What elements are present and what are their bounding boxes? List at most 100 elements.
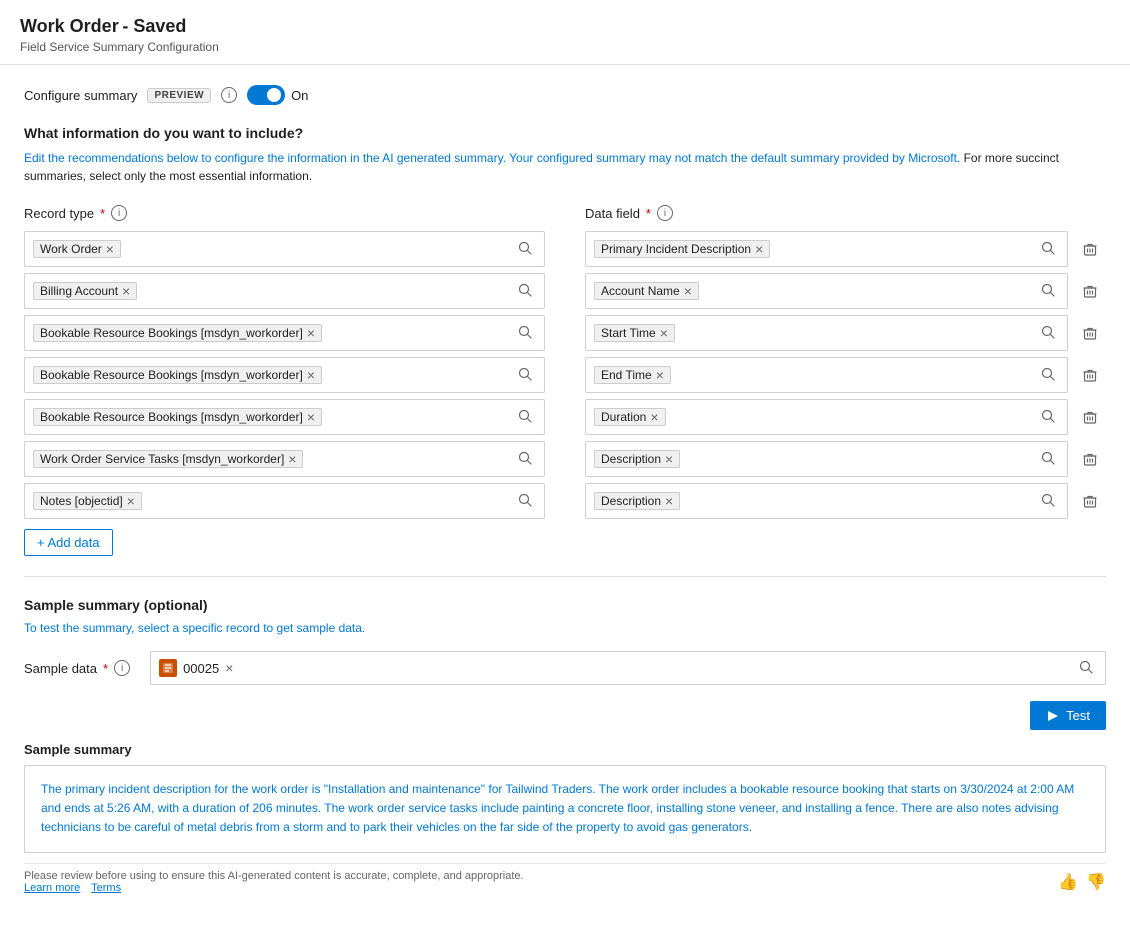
sample-data-value: 00025 — [183, 661, 219, 676]
info-icon-configure[interactable]: i — [221, 87, 237, 103]
delete-data-field-4[interactable] — [1074, 399, 1106, 435]
search-icon-5[interactable] — [514, 449, 536, 470]
record-type-row-1: Billing Account × — [24, 273, 545, 309]
data-search-icon-1[interactable] — [1037, 281, 1059, 302]
data-field-row-2: Start Time × — [585, 315, 1106, 351]
delete-data-field-2[interactable] — [1074, 315, 1106, 351]
data-field-inner-0: Primary Incident Description × — [585, 231, 1068, 267]
data-field-header: Data field * i — [585, 205, 1106, 221]
data-search-icon-0[interactable] — [1037, 239, 1059, 260]
terms-link[interactable]: Terms — [91, 882, 121, 894]
record-type-tag-1: Billing Account × — [33, 282, 137, 300]
summary-result-label: Sample summary — [24, 742, 1106, 757]
page-subtitle: Field Service Summary Configuration — [20, 40, 1110, 54]
remove-work-order-service[interactable]: × — [288, 452, 296, 466]
data-field-tag-4: Duration × — [594, 408, 666, 426]
data-search-icon-5[interactable] — [1037, 449, 1059, 470]
data-field-inner-5: Description × — [585, 441, 1068, 477]
learn-more-link[interactable]: Learn more — [24, 882, 80, 894]
delete-data-field-0[interactable] — [1074, 231, 1106, 267]
preview-badge: PREVIEW — [147, 88, 211, 103]
data-search-icon-3[interactable] — [1037, 365, 1059, 386]
data-field-tag-1: Account Name × — [594, 282, 699, 300]
record-type-tag-0: Work Order × — [33, 240, 121, 258]
remove-work-order[interactable]: × — [106, 242, 114, 256]
data-field-inner-4: Duration × — [585, 399, 1068, 435]
right-column: Data field * i Primary Incident Descript… — [565, 205, 1106, 556]
remove-start-time[interactable]: × — [660, 326, 668, 340]
sample-summary-title: Sample summary (optional) — [24, 597, 1106, 613]
search-icon-4[interactable] — [514, 407, 536, 428]
delete-data-field-6[interactable] — [1074, 483, 1106, 519]
toggle-switch[interactable] — [247, 85, 285, 105]
sample-summary-desc: To test the summary, select a specific r… — [24, 621, 1106, 635]
record-type-field-text-3: Bookable Resource Bookings [msdyn_workor… — [33, 366, 514, 384]
remove-duration[interactable]: × — [650, 410, 658, 424]
footer-links[interactable]: Learn more Terms — [24, 882, 524, 894]
data-field-row-3: End Time × — [585, 357, 1106, 393]
remove-description-2[interactable]: × — [665, 494, 673, 508]
data-field-text-2: Start Time × — [594, 324, 1037, 342]
record-type-field-text-2: Bookable Resource Bookings [msdyn_workor… — [33, 324, 514, 342]
remove-end-time[interactable]: × — [656, 368, 664, 382]
sample-data-row: Sample data * i 00025 × — [24, 651, 1106, 685]
delete-data-field-3[interactable] — [1074, 357, 1106, 393]
search-icon-6[interactable] — [514, 491, 536, 512]
info-icon-record-type[interactable]: i — [111, 205, 127, 221]
search-icon-0[interactable] — [514, 239, 536, 260]
sample-summary-text-box: The primary incident description for the… — [24, 765, 1106, 853]
saved-label: - Saved — [122, 16, 186, 36]
remove-primary-incident[interactable]: × — [755, 242, 763, 256]
data-field-inner-6: Description × — [585, 483, 1068, 519]
data-search-icon-6[interactable] — [1037, 491, 1059, 512]
footer-left: Please review before using to ensure thi… — [24, 870, 524, 894]
data-search-icon-2[interactable] — [1037, 323, 1059, 344]
sample-data-search-icon[interactable] — [1075, 658, 1097, 679]
record-type-tag-5: Work Order Service Tasks [msdyn_workorde… — [33, 450, 303, 468]
remove-bookable-1[interactable]: × — [307, 326, 315, 340]
search-icon-1[interactable] — [514, 281, 536, 302]
sample-data-icon — [159, 659, 177, 677]
record-type-field-text-6: Notes [objectid] × — [33, 492, 514, 510]
toggle-container[interactable]: On — [247, 85, 308, 105]
data-search-icon-4[interactable] — [1037, 407, 1059, 428]
remove-notes[interactable]: × — [127, 494, 135, 508]
data-field-tag-3: End Time × — [594, 366, 671, 384]
remove-bookable-3[interactable]: × — [307, 410, 315, 424]
data-field-text-5: Description × — [594, 450, 1037, 468]
remove-description-1[interactable]: × — [665, 452, 673, 466]
thumbs-up-button[interactable]: 👍 — [1058, 872, 1078, 892]
info-icon-data-field[interactable]: i — [657, 205, 673, 221]
test-button[interactable]: Test — [1030, 701, 1106, 730]
left-column: Record type * i Work Order × — [24, 205, 565, 556]
record-type-row-0: Work Order × — [24, 231, 545, 267]
delete-data-field-1[interactable] — [1074, 273, 1106, 309]
search-icon-3[interactable] — [514, 365, 536, 386]
data-field-row-6: Description × — [585, 483, 1106, 519]
data-field-tag-5: Description × — [594, 450, 680, 468]
columns-container: Record type * i Work Order × — [24, 205, 1106, 556]
info-icon-sample-data[interactable]: i — [114, 660, 130, 676]
remove-account-name[interactable]: × — [684, 284, 692, 298]
record-type-field-text-5: Work Order Service Tasks [msdyn_workorde… — [33, 450, 514, 468]
toggle-on-label: On — [291, 88, 308, 103]
remove-sample-data[interactable]: × — [225, 661, 233, 675]
remove-bookable-2[interactable]: × — [307, 368, 315, 382]
data-field-tag-6: Description × — [594, 492, 680, 510]
record-type-tag-6: Notes [objectid] × — [33, 492, 142, 510]
data-field-text-1: Account Name × — [594, 282, 1037, 300]
page-header: Work Order - Saved Field Service Summary… — [0, 0, 1130, 65]
data-field-inner-1: Account Name × — [585, 273, 1068, 309]
data-field-inner-2: Start Time × — [585, 315, 1068, 351]
record-type-row-6: Notes [objectid] × — [24, 483, 545, 519]
footer-disclaimer: Please review before using to ensure thi… — [24, 870, 524, 882]
add-data-button[interactable]: + Add data — [24, 529, 113, 556]
thumbs-down-button[interactable]: 👎 — [1086, 872, 1106, 892]
record-type-row-4: Bookable Resource Bookings [msdyn_workor… — [24, 399, 545, 435]
data-field-row-5: Description × — [585, 441, 1106, 477]
sample-data-input[interactable]: 00025 × — [150, 651, 1106, 685]
delete-data-field-5[interactable] — [1074, 441, 1106, 477]
search-icon-2[interactable] — [514, 323, 536, 344]
sample-data-label: Sample data * i — [24, 660, 130, 676]
remove-billing-account[interactable]: × — [122, 284, 130, 298]
